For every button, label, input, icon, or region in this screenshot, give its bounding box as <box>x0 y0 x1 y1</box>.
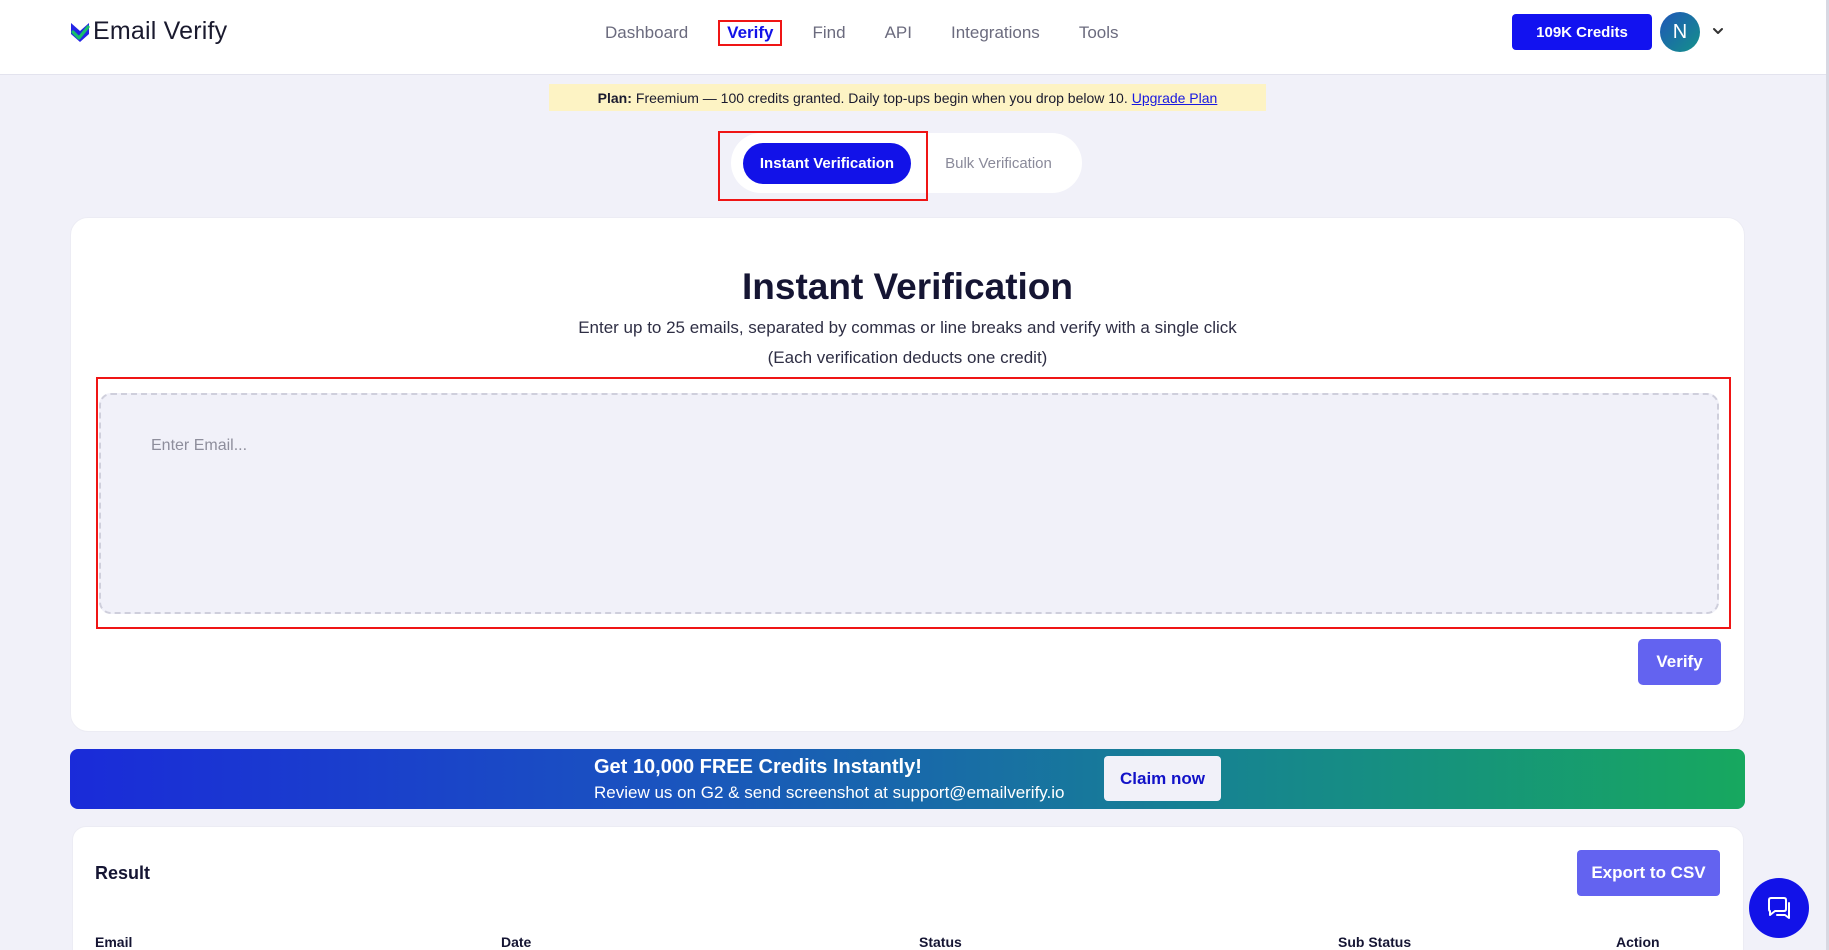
credits-button[interactable]: 109K Credits <box>1512 14 1652 50</box>
claim-now-button[interactable]: Claim now <box>1104 756 1221 801</box>
email-input[interactable] <box>101 395 1717 612</box>
nav-find[interactable]: Find <box>803 21 854 45</box>
email-input-container <box>99 393 1719 614</box>
promo-subtitle: Review us on G2 & send screenshot at sup… <box>594 783 1065 802</box>
plan-banner: Plan: Freemium — 100 credits granted. Da… <box>549 84 1266 111</box>
column-header-sub-status[interactable]: Sub Status <box>1338 934 1411 950</box>
result-title: Result <box>95 863 151 883</box>
nav-integrations[interactable]: Integrations <box>942 21 1049 45</box>
logo-text: Email Verify <box>93 17 228 45</box>
page-title: Instant Verification <box>741 266 1073 307</box>
column-header-email[interactable]: Email <box>95 934 132 950</box>
verify-button[interactable]: Verify <box>1638 639 1721 685</box>
upgrade-plan-link[interactable]: Upgrade Plan <box>1132 90 1218 106</box>
credit-note: (Each verification deducts one credit) <box>767 348 1048 367</box>
page-subtitle: Enter up to 25 emails, separated by comm… <box>578 318 1237 337</box>
tab-instant-verification[interactable]: Instant Verification <box>743 143 911 184</box>
logo-check-icon <box>71 22 90 42</box>
chat-icon <box>1768 897 1790 919</box>
chat-button[interactable] <box>1749 878 1809 938</box>
nav-tools[interactable]: Tools <box>1070 21 1128 45</box>
tab-bulk-verification[interactable]: Bulk Verification <box>930 143 1067 184</box>
export-csv-button[interactable]: Export to CSV <box>1577 850 1720 896</box>
plan-text: Freemium — 100 credits granted. Daily to… <box>635 89 1128 106</box>
avatar[interactable]: N <box>1660 12 1700 52</box>
chevron-down-icon[interactable] <box>1709 22 1727 40</box>
nav-verify[interactable]: Verify <box>718 20 783 46</box>
column-header-date[interactable]: Date <box>501 934 531 950</box>
column-header-action[interactable]: Action <box>1616 934 1660 950</box>
main-nav: Dashboard Verify Find API Integrations T… <box>596 20 1149 46</box>
top-header: Email Verify Dashboard Verify Find API I… <box>0 0 1826 75</box>
nav-dashboard[interactable]: Dashboard <box>596 21 697 45</box>
nav-api[interactable]: API <box>876 21 921 45</box>
result-card <box>72 826 1744 950</box>
logo[interactable]: Email Verify <box>69 17 227 46</box>
plan-label: Plan: <box>597 89 632 106</box>
column-header-status[interactable]: Status <box>919 934 962 950</box>
promo-title: Get 10,000 FREE Credits Instantly! <box>594 756 922 778</box>
